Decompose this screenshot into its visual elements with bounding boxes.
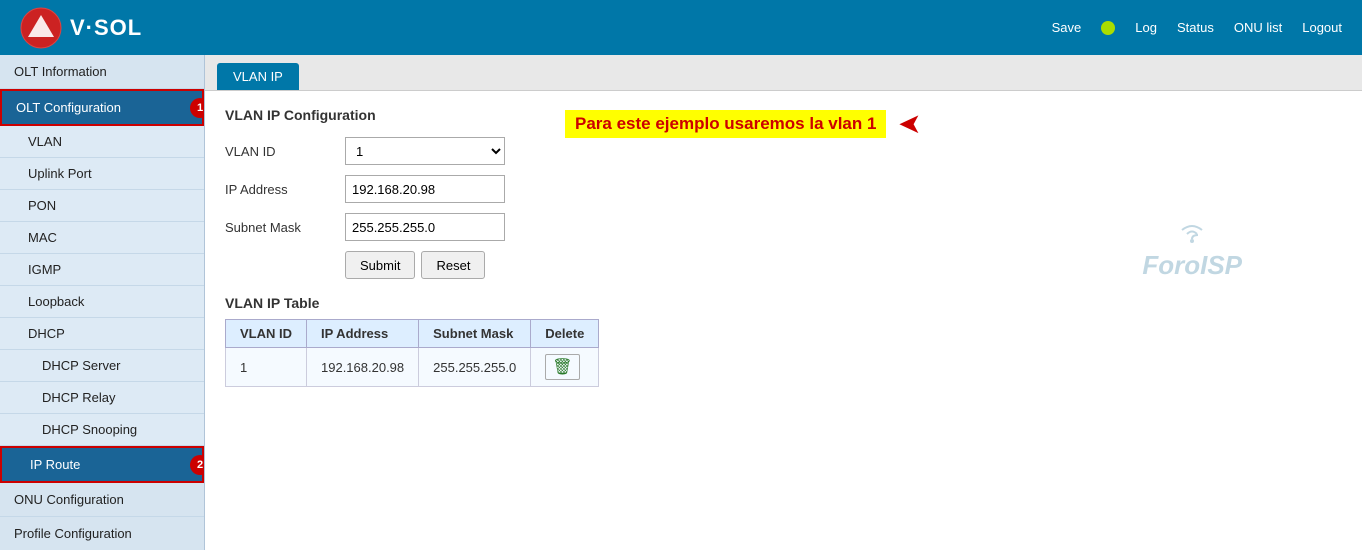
- arrow-icon: ➤: [898, 107, 921, 140]
- logo-text: V·SOL: [70, 15, 142, 41]
- status-link[interactable]: Status: [1177, 20, 1214, 35]
- table-title: VLAN IP Table: [225, 295, 1342, 311]
- sidebar-item-dhcp-snooping[interactable]: DHCP Snooping: [0, 414, 204, 446]
- vlan-id-label: VLAN ID: [225, 144, 345, 159]
- vsol-logo-icon: [20, 7, 62, 49]
- callout-container: Para este ejemplo usaremos la vlan 1 ➤: [565, 107, 922, 140]
- badge-1: 1: [190, 98, 205, 118]
- sidebar-item-uplink-port[interactable]: Uplink Port: [0, 158, 204, 190]
- table-header-row: VLAN ID IP Address Subnet Mask Delete: [226, 320, 599, 348]
- sidebar-item-pon[interactable]: PON: [0, 190, 204, 222]
- cell-vlan-id: 1: [226, 348, 307, 387]
- col-ip-address: IP Address: [307, 320, 419, 348]
- logout-link[interactable]: Logout: [1302, 20, 1342, 35]
- col-subnet-mask: Subnet Mask: [419, 320, 531, 348]
- table-row: 1 192.168.20.98 255.255.255.0 🗑: [226, 348, 599, 387]
- tab-bar: VLAN IP: [205, 55, 1362, 91]
- sidebar-item-ip-route[interactable]: IP Route 2: [0, 446, 204, 483]
- ip-address-input[interactable]: [345, 175, 505, 203]
- sidebar-item-profile-configuration[interactable]: Profile Configuration: [0, 517, 204, 550]
- vlan-id-row: VLAN ID 1: [225, 137, 1342, 165]
- tab-vlan-ip[interactable]: VLAN IP: [217, 63, 299, 90]
- sidebar-item-dhcp-relay[interactable]: DHCP Relay: [0, 382, 204, 414]
- main-layout: OLT Information OLT Configuration 1 VLAN…: [0, 55, 1362, 550]
- sidebar-item-dhcp[interactable]: DHCP: [0, 318, 204, 350]
- sidebar-item-olt-information[interactable]: OLT Information: [0, 55, 204, 89]
- form-area: Para este ejemplo usaremos la vlan 1 ➤ V…: [205, 91, 1362, 403]
- onu-list-link[interactable]: ONU list: [1234, 20, 1282, 35]
- sidebar-item-onu-configuration[interactable]: ONU Configuration: [0, 483, 204, 517]
- sidebar-item-igmp[interactable]: IGMP: [0, 254, 204, 286]
- vlan-ip-table: VLAN ID IP Address Subnet Mask Delete 1 …: [225, 319, 599, 387]
- content-area: VLAN IP Para este ejemplo usaremos la vl…: [205, 55, 1362, 550]
- ip-address-label: IP Address: [225, 182, 345, 197]
- reset-button[interactable]: Reset: [421, 251, 485, 279]
- callout-text: Para este ejemplo usaremos la vlan 1: [565, 110, 886, 138]
- form-buttons: Submit Reset: [345, 251, 1342, 279]
- sidebar-item-dhcp-server[interactable]: DHCP Server: [0, 350, 204, 382]
- sidebar-item-vlan[interactable]: VLAN: [0, 126, 204, 158]
- sidebar-item-mac[interactable]: MAC: [0, 222, 204, 254]
- cell-delete: 🗑: [531, 348, 599, 387]
- sidebar: OLT Information OLT Configuration 1 VLAN…: [0, 55, 205, 550]
- save-button[interactable]: Save: [1052, 20, 1082, 35]
- subnet-mask-row: Subnet Mask: [225, 213, 1342, 241]
- header-nav: Save Log Status ONU list Logout: [1052, 20, 1342, 35]
- log-link[interactable]: Log: [1135, 20, 1157, 35]
- delete-button[interactable]: 🗑: [545, 354, 579, 380]
- status-indicator: [1101, 21, 1115, 35]
- cell-subnet-mask: 255.255.255.0: [419, 348, 531, 387]
- sidebar-item-olt-configuration[interactable]: OLT Configuration 1: [0, 89, 204, 126]
- col-vlan-id: VLAN ID: [226, 320, 307, 348]
- logo-area: V·SOL: [20, 7, 142, 49]
- cell-ip-address: 192.168.20.98: [307, 348, 419, 387]
- subnet-mask-label: Subnet Mask: [225, 220, 345, 235]
- submit-button[interactable]: Submit: [345, 251, 415, 279]
- header: V·SOL Save Log Status ONU list Logout: [0, 0, 1362, 55]
- ip-address-row: IP Address: [225, 175, 1342, 203]
- subnet-mask-input[interactable]: [345, 213, 505, 241]
- col-delete: Delete: [531, 320, 599, 348]
- sidebar-item-loopback[interactable]: Loopback: [0, 286, 204, 318]
- vlan-id-select[interactable]: 1: [345, 137, 505, 165]
- badge-2: 2: [190, 455, 205, 475]
